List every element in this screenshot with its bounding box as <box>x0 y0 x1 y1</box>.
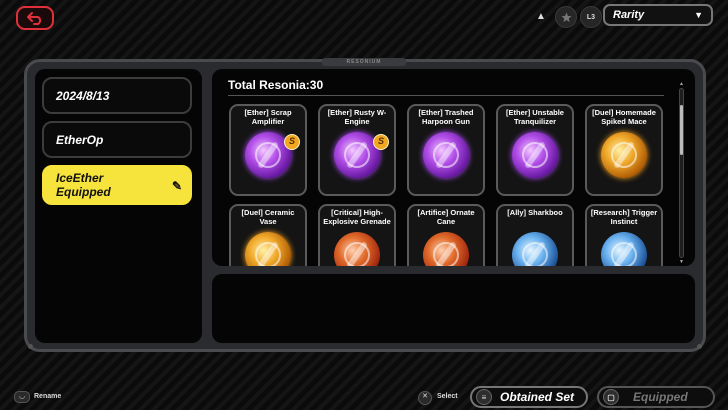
rarity-sort-dropdown[interactable]: Rarity ▼ <box>603 4 713 26</box>
description-box <box>212 274 695 343</box>
loadout-item-selected[interactable]: IceEther Equipped ✎ <box>42 165 192 205</box>
divider <box>228 95 664 96</box>
resonia-name: [Ether] Unstable Tranquilizer <box>506 108 564 126</box>
resonia-emblem-icon <box>512 232 558 266</box>
resonia-emblem-icon <box>512 132 558 178</box>
square-button-icon: ▢ <box>603 389 619 405</box>
resonia-card[interactable]: [Critical] High-Explosive Grenade <box>318 204 396 266</box>
resonia-name: [Research] Trigger Instinct <box>590 208 658 226</box>
equipped-label: Equipped <box>633 390 688 404</box>
total-resonia-count: Total Resonia:30 <box>228 78 324 92</box>
resonia-emblem-icon <box>423 232 469 266</box>
resonia-name: [Artifice] Ornate Cane <box>417 208 475 226</box>
panel-title-tab: RESONIUM <box>322 58 406 66</box>
resonia-name: [Ether] Rusty W-Engine <box>327 108 387 126</box>
resonia-card[interactable]: [Ether] Unstable Tranquilizer <box>496 104 574 196</box>
loadout-item[interactable]: EtherOp <box>42 121 192 158</box>
scrollbar[interactable] <box>679 88 684 258</box>
back-arrow-icon <box>27 12 42 25</box>
resonia-card[interactable]: [Duel] Homemade Spiked Mace <box>585 104 663 196</box>
loadout-item-label: EtherOp <box>56 132 104 147</box>
pencil-icon[interactable]: ✎ <box>172 179 182 193</box>
resonia-emblem-icon <box>601 232 647 266</box>
resonia-emblem-icon <box>245 232 291 266</box>
obtained-set-button[interactable]: ≡ Obtained Set <box>470 386 588 408</box>
resonia-card[interactable]: [Ether] Rusty W-Engine S <box>318 104 396 196</box>
resonia-card[interactable]: [Research] Trigger Instinct <box>585 204 663 266</box>
chevron-down-icon: ▼ <box>694 10 703 20</box>
scroll-down-icon[interactable]: ▼ <box>679 259 684 265</box>
resonia-name: [Critical] High-Explosive Grenade <box>323 208 391 226</box>
resonia-name: [Ether] Trashed Harpoon Gun <box>418 108 474 126</box>
loadout-list: 2024/8/13 EtherOp IceEther Equipped ✎ <box>35 69 202 343</box>
resonia-name: [Duel] Ceramic Vase <box>241 208 295 226</box>
select-hint[interactable]: Select <box>437 393 458 400</box>
resonia-name: [Duel] Homemade Spiked Mace <box>592 108 656 126</box>
screw-decoration <box>697 344 702 349</box>
touchpad-icon: ◡ <box>14 391 30 403</box>
rank-badge-icon: S <box>284 134 300 150</box>
obtained-set-label: Obtained Set <box>500 390 575 404</box>
resonia-grid: Total Resonia:30 ▲ ▼ [Ether] Scrap Ampli… <box>212 69 695 266</box>
resonia-card[interactable]: [Ether] Trashed Harpoon Gun <box>407 104 485 196</box>
resonia-card[interactable]: [Artifice] Ornate Cane <box>407 204 485 266</box>
loadout-item-label: IceEther Equipped <box>56 171 111 199</box>
favorite-star-button[interactable] <box>555 6 577 28</box>
scroll-thumb[interactable] <box>680 105 683 155</box>
resonia-card[interactable]: [Ally] Sharkboo <box>496 204 574 266</box>
options-menu-icon: ≡ <box>476 389 492 405</box>
loadout-item-label: 2024/8/13 <box>56 88 110 103</box>
equipped-button[interactable]: ▢ Equipped <box>597 386 715 408</box>
cross-button-icon: ✕ <box>418 391 432 405</box>
resonia-emblem-icon <box>601 132 647 178</box>
resonia-card[interactable]: [Ether] Scrap Amplifier S <box>229 104 307 196</box>
resonia-emblem-icon <box>423 132 469 178</box>
star-icon <box>560 12 572 22</box>
triangle-button-icon: ▲ <box>536 10 546 22</box>
screw-decoration <box>28 344 33 349</box>
l3-button-icon: L3 <box>580 6 602 28</box>
rank-badge-icon: S <box>373 134 389 150</box>
rarity-label: Rarity <box>613 9 645 21</box>
rename-hint[interactable]: Rename <box>34 393 61 400</box>
resonia-name: [Ether] Scrap Amplifier <box>244 108 292 126</box>
back-button[interactable] <box>16 6 54 30</box>
resonia-emblem-icon <box>334 232 380 266</box>
loadout-item[interactable]: 2024/8/13 <box>42 77 192 114</box>
resonia-card[interactable]: [Duel] Ceramic Vase <box>229 204 307 266</box>
resonia-name: [Ally] Sharkboo <box>507 208 563 217</box>
scroll-up-icon[interactable]: ▲ <box>679 81 684 87</box>
